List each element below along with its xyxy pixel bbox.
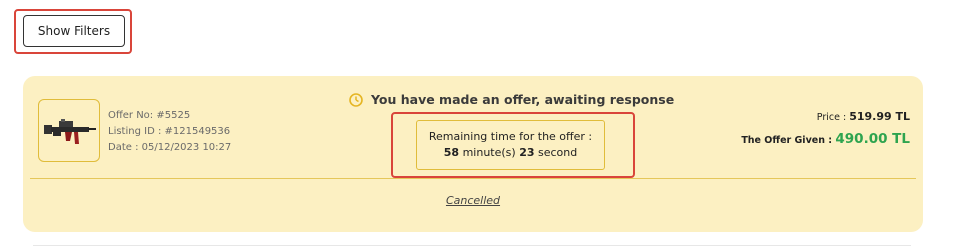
remaining-time-value: 58 minute(s) 23 second [417, 145, 604, 161]
price-row: Price : 519.99 TL [741, 110, 910, 123]
price-label: Price : [816, 112, 850, 123]
offer-given-label: The Offer Given : [741, 135, 836, 146]
card-divider [30, 178, 916, 179]
offer-number: Offer No: #5525 [108, 110, 191, 121]
price-value: 519.99 TL [849, 110, 910, 123]
timer-minutes-unit: minute(s) [459, 146, 520, 159]
remaining-time-label: Remaining time for the offer : [428, 130, 593, 143]
offer-card: Offer No: #5525 Listing ID : #121549536 … [23, 76, 923, 232]
timer-seconds: 23 [519, 146, 535, 159]
offer-given-value: 490.00 TL [835, 131, 910, 147]
clock-icon [349, 92, 363, 107]
timer-minutes: 58 [443, 146, 460, 159]
price-block: Price : 519.99 TL The Offer Given : 490.… [741, 110, 910, 147]
offer-status: You have made an offer, awaiting respons… [349, 92, 674, 107]
item-thumbnail[interactable] [38, 99, 100, 162]
offer-meta: Offer No: #5525 Listing ID : #121549536 … [108, 108, 231, 156]
offer-date: Date : 05/12/2023 10:27 [108, 142, 232, 153]
list-separator [33, 245, 911, 246]
listing-id: Listing ID : #121549536 [108, 126, 231, 137]
cancelled-status: Cancelled [445, 194, 501, 207]
show-filters-button[interactable]: Show Filters [23, 15, 125, 47]
timer-seconds-unit: second [534, 146, 578, 159]
rifle-icon [44, 118, 96, 144]
offer-given-row: The Offer Given : 490.00 TL [741, 131, 910, 147]
status-text: You have made an offer, awaiting respons… [371, 92, 675, 107]
remaining-time-box: Remaining time for the offer : 58 minute… [416, 120, 605, 170]
